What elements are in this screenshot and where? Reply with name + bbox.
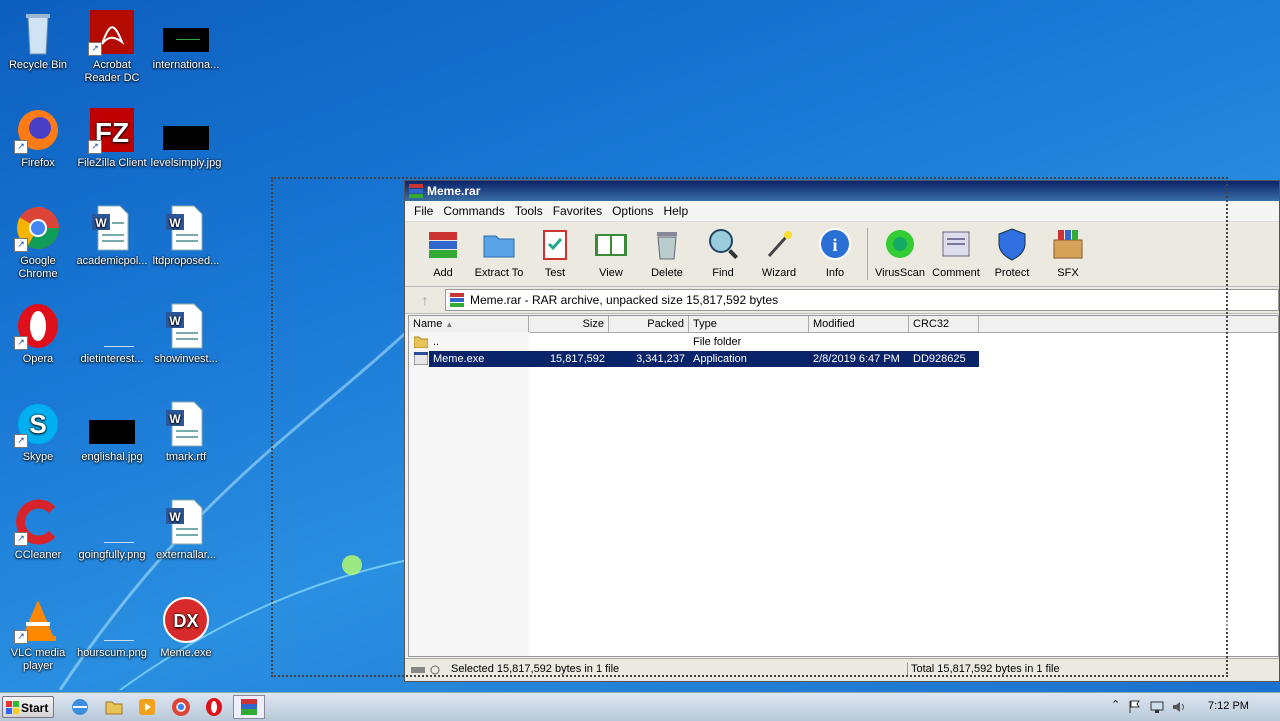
black-image-icon — [162, 8, 210, 56]
desktop-icon-externallar[interactable]: W externallar... — [148, 498, 224, 562]
desktop-icon-vlc[interactable]: ↗ VLC media player — [0, 596, 76, 673]
blank-file-icon — [88, 302, 136, 350]
recycle-bin-icon — [14, 8, 62, 56]
word-doc-icon: W — [162, 302, 210, 350]
desktop-icon-filezilla[interactable]: FZ ↗ FileZilla Client — [74, 106, 150, 170]
skype-icon: S ↗ — [14, 400, 62, 448]
svg-text:W: W — [169, 412, 181, 426]
desktop-icon-acrobat[interactable]: ↗ Acrobat Reader DC — [74, 8, 150, 85]
explorer-folder-icon[interactable] — [104, 697, 124, 717]
start-button[interactable]: Start — [2, 696, 54, 718]
speaker-icon[interactable] — [1172, 700, 1186, 714]
firefox-icon: ↗ — [14, 106, 62, 154]
windows-flag-icon — [6, 701, 19, 714]
desktop-icon-levelsimply[interactable]: levelsimply.jpg — [148, 106, 224, 170]
svg-text:W: W — [169, 510, 181, 524]
word-doc-icon: W — [88, 204, 136, 252]
desktop-icon-tmark[interactable]: W tmark.rtf — [148, 400, 224, 464]
dx-icon: DX — [162, 596, 210, 644]
taskbar: Start ⌃ 7:12 PM — [0, 692, 1280, 721]
svg-text:S: S — [29, 409, 46, 439]
acrobat-icon: ↗ — [88, 8, 136, 56]
taskbar-clock[interactable]: 7:12 PM — [1208, 700, 1249, 712]
word-doc-icon: W — [162, 204, 210, 252]
desktop-icon-hourscum[interactable]: hourscum.png — [74, 596, 150, 660]
winrar-taskbar-button[interactable] — [233, 695, 265, 719]
blank-file-icon — [88, 596, 136, 644]
desktop-icon-firefox[interactable]: ↗ Firefox — [0, 106, 76, 170]
svg-text:W: W — [169, 216, 181, 230]
ccleaner-icon: ↗ — [14, 498, 62, 546]
selection-rectangle — [271, 177, 1228, 677]
desktop-icon-skype[interactable]: S ↗ Skype — [0, 400, 76, 464]
desktop-icon-ltdproposed[interactable]: W ltdproposed... — [148, 204, 224, 268]
winrar-icon — [241, 699, 257, 715]
desktop-icon-recycle-bin[interactable]: Recycle Bin — [0, 8, 76, 72]
blank-file-icon — [88, 498, 136, 546]
desktop-icon-opera[interactable]: ↗ Opera — [0, 302, 76, 366]
chrome-taskbar-icon[interactable] — [171, 697, 191, 717]
word-doc-icon: W — [162, 498, 210, 546]
svg-text:W: W — [95, 216, 107, 230]
desktop-icon-internationa[interactable]: internationa... — [148, 8, 224, 72]
action-center-flag-icon[interactable] — [1128, 700, 1142, 714]
vlc-icon: ↗ — [14, 596, 62, 644]
desktop-icon-showinvest[interactable]: W showinvest... — [148, 302, 224, 366]
desktop-icon-englishal[interactable]: englishal.jpg — [74, 400, 150, 464]
black-image-icon — [162, 106, 210, 154]
show-hidden-icons-icon[interactable]: ⌃ — [1111, 698, 1120, 711]
desktop-icon-ccleaner[interactable]: ↗ CCleaner — [0, 498, 76, 562]
svg-text:W: W — [169, 314, 181, 328]
media-player-icon[interactable] — [137, 697, 157, 717]
svg-text:DX: DX — [173, 611, 198, 631]
desktop-icon-goingfully[interactable]: goingfully.png — [74, 498, 150, 562]
network-icon[interactable] — [1150, 700, 1164, 714]
black-image-icon — [88, 400, 136, 448]
opera-icon: ↗ — [14, 302, 62, 350]
watermark: ANY RUN — [1036, 608, 1250, 657]
opera-taskbar-icon[interactable] — [204, 697, 224, 717]
desktop-icon-academicpol[interactable]: W academicpol... — [74, 204, 150, 268]
chrome-icon: ↗ — [14, 204, 62, 252]
ie-icon[interactable] — [70, 697, 90, 717]
desktop-icon-dietinterest[interactable]: dietinterest... — [74, 302, 150, 366]
desktop-icon-meme-exe[interactable]: DX Meme.exe — [148, 596, 224, 660]
filezilla-icon: FZ ↗ — [88, 106, 136, 154]
word-doc-icon: W — [162, 400, 210, 448]
desktop-icon-chrome[interactable]: ↗ Google Chrome — [0, 204, 76, 281]
